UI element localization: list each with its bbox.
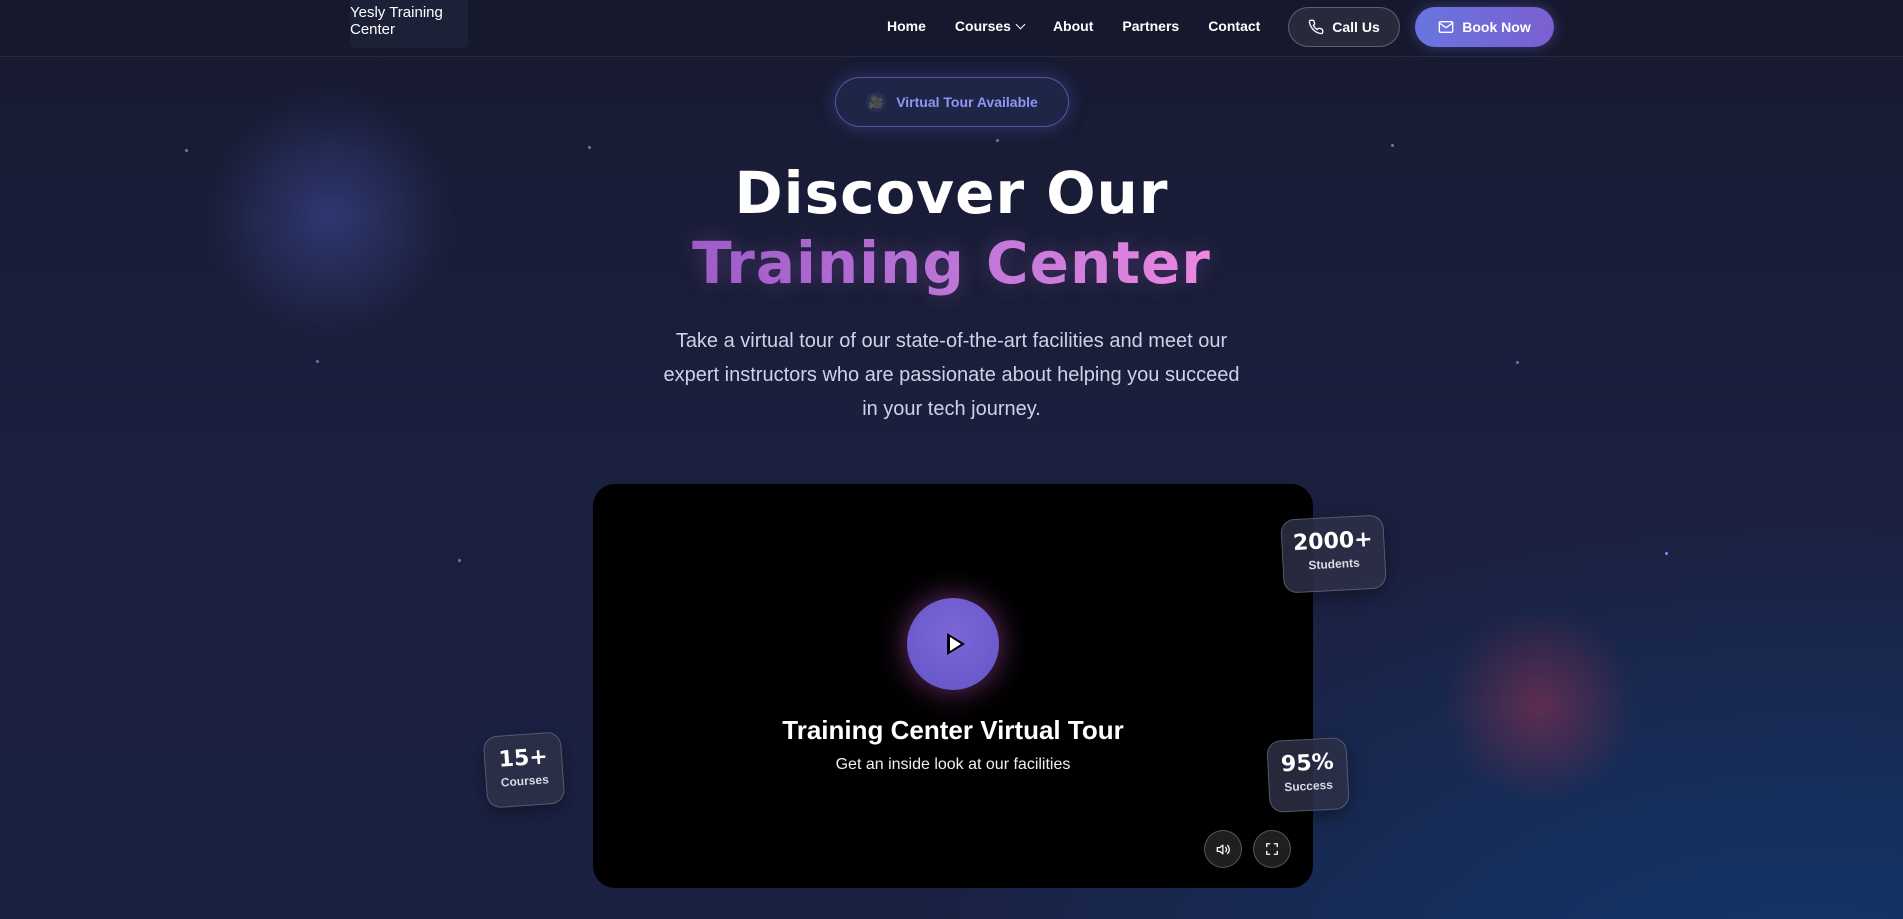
stat-courses-label: Courses (500, 772, 550, 790)
phone-icon (1308, 19, 1324, 35)
star-dot (996, 139, 999, 142)
stat-students: 2000+ Students (1280, 514, 1387, 594)
virtual-tour-badge: 🎥 Virtual Tour Available (835, 77, 1069, 127)
play-button[interactable] (907, 598, 999, 690)
video-camera-icon: 🎥 (866, 92, 887, 112)
call-us-button[interactable]: Call Us (1288, 7, 1400, 47)
logo[interactable]: Yesly Training Center (350, 0, 468, 48)
stat-success: 95% Success (1266, 736, 1350, 814)
nav-contact-label: Contact (1208, 18, 1261, 34)
title-line-1: Discover Our (734, 159, 1169, 227)
nav-home-label: Home (887, 18, 926, 34)
play-icon (946, 633, 965, 655)
volume-icon (1216, 844, 1230, 854)
call-us-label: Call Us (1332, 19, 1380, 35)
video-title: Training Center Virtual Tour (782, 715, 1124, 745)
site-header: Yesly Training Center Home Courses About… (0, 0, 1903, 57)
nav-about[interactable]: About (1053, 18, 1093, 34)
mail-icon (1438, 21, 1454, 33)
stat-students-label: Students (1308, 555, 1361, 573)
hero-description: Take a virtual tour of our state-of-the-… (663, 330, 1240, 420)
nav-partners[interactable]: Partners (1122, 18, 1179, 34)
book-now-button[interactable]: Book Now (1415, 7, 1554, 47)
chevron-down-icon (1015, 19, 1026, 29)
page-title: Discover Our Training Center (0, 158, 1903, 298)
star-dot (1391, 144, 1394, 147)
nav-about-label: About (1052, 18, 1094, 34)
volume-button[interactable] (1204, 830, 1242, 868)
video-subtitle: Get an inside look at our facilities (835, 756, 1071, 773)
main-nav: Home Courses About Partners Contact (887, 0, 1260, 52)
stat-success-value: 95% (1280, 749, 1335, 778)
star-dot (316, 360, 319, 363)
star-dot (185, 149, 188, 152)
background-glow-red (1440, 610, 1640, 800)
video-player[interactable]: Training Center Virtual Tour Get an insi… (593, 484, 1313, 888)
nav-home[interactable]: Home (887, 18, 926, 34)
stat-students-value: 2000+ (1292, 526, 1374, 557)
badge-label: Virtual Tour Available (896, 94, 1038, 110)
nav-courses-label: Courses (954, 18, 1011, 34)
star-dot (1665, 552, 1668, 555)
star-dot (458, 559, 461, 562)
stat-success-label: Success (1283, 777, 1334, 795)
stat-courses-value: 15+ (497, 744, 549, 773)
star-dot (588, 146, 591, 149)
nav-courses[interactable]: Courses (954, 18, 1026, 34)
title-line-2: Training Center (692, 229, 1211, 297)
nav-contact[interactable]: Contact (1208, 18, 1260, 34)
fullscreen-button[interactable] (1253, 830, 1291, 868)
fullscreen-icon (1266, 843, 1278, 855)
nav-partners-label: Partners (1122, 18, 1180, 34)
stat-courses: 15+ Courses (482, 731, 566, 809)
star-dot (1516, 361, 1519, 364)
book-now-label: Book Now (1462, 19, 1531, 35)
